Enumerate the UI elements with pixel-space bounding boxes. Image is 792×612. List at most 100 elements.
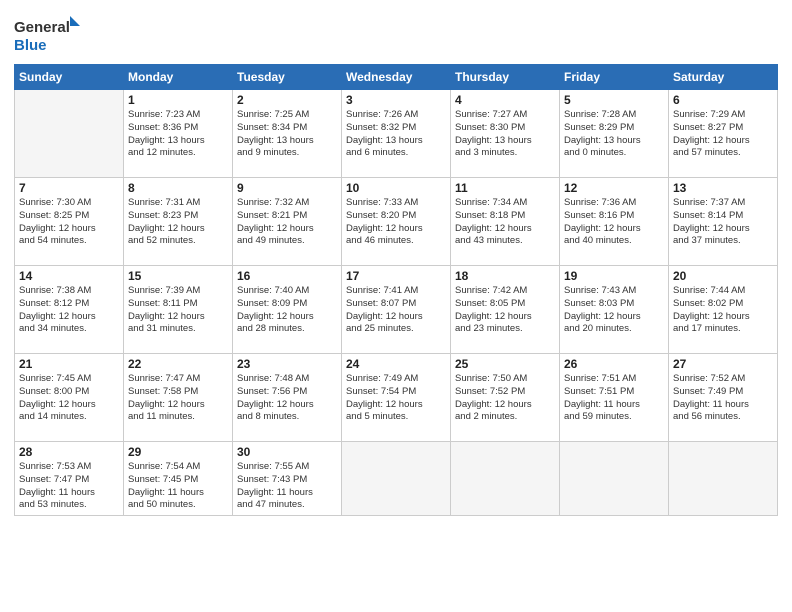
calendar-cell — [669, 442, 778, 516]
weekday-header-saturday: Saturday — [669, 65, 778, 90]
day-number: 1 — [128, 93, 228, 107]
day-info: Sunrise: 7:25 AMSunset: 8:34 PMDaylight:… — [237, 109, 337, 160]
day-number: 25 — [455, 357, 555, 371]
logo-svg: General Blue — [14, 14, 84, 58]
day-number: 2 — [237, 93, 337, 107]
day-info: Sunrise: 7:55 AMSunset: 7:43 PMDaylight:… — [237, 461, 337, 512]
day-info: Sunrise: 7:40 AMSunset: 8:09 PMDaylight:… — [237, 285, 337, 336]
day-number: 10 — [346, 181, 446, 195]
weekday-header-wednesday: Wednesday — [342, 65, 451, 90]
logo: General Blue — [14, 14, 84, 58]
day-info: Sunrise: 7:23 AMSunset: 8:36 PMDaylight:… — [128, 109, 228, 160]
day-number: 20 — [673, 269, 773, 283]
day-info: Sunrise: 7:37 AMSunset: 8:14 PMDaylight:… — [673, 197, 773, 248]
day-number: 17 — [346, 269, 446, 283]
calendar-cell: 2 Sunrise: 7:25 AMSunset: 8:34 PMDaylight… — [233, 90, 342, 178]
calendar-cell: 19Sunrise: 7:43 AMSunset: 8:03 PMDayligh… — [560, 266, 669, 354]
day-info: Sunrise: 7:38 AMSunset: 8:12 PMDaylight:… — [19, 285, 119, 336]
day-info: Sunrise: 7:45 AMSunset: 8:00 PMDaylight:… — [19, 373, 119, 424]
calendar-cell: 4Sunrise: 7:27 AMSunset: 8:30 PMDaylight… — [451, 90, 560, 178]
calendar-cell: 3 Sunrise: 7:26 AMSunset: 8:32 PMDaylight… — [342, 90, 451, 178]
calendar-cell: 15 Sunrise: 7:39 AMSunset: 8:11 PMDayligh… — [124, 266, 233, 354]
calendar-cell: 30Sunrise: 7:55 AMSunset: 7:43 PMDayligh… — [233, 442, 342, 516]
weekday-header-sunday: Sunday — [15, 65, 124, 90]
day-number: 9 — [237, 181, 337, 195]
day-info: Sunrise: 7:49 AMSunset: 7:54 PMDaylight:… — [346, 373, 446, 424]
calendar-cell: 11 Sunrise: 7:34 AMSunset: 8:18 PMDayligh… — [451, 178, 560, 266]
day-number: 21 — [19, 357, 119, 371]
day-info: Sunrise: 7:28 AMSunset: 8:29 PMDaylight:… — [564, 109, 664, 160]
day-info: Sunrise: 7:32 AMSunset: 8:21 PMDaylight:… — [237, 197, 337, 248]
calendar-cell: 1 Sunrise: 7:23 AMSunset: 8:36 PMDaylight… — [124, 90, 233, 178]
calendar-cell: 16 Sunrise: 7:40 AMSunset: 8:09 PMDayligh… — [233, 266, 342, 354]
calendar-cell — [342, 442, 451, 516]
day-info: Sunrise: 7:54 AMSunset: 7:45 PMDaylight:… — [128, 461, 228, 512]
day-number: 8 — [128, 181, 228, 195]
calendar-cell: 22 Sunrise: 7:47 AMSunset: 7:58 PMDayligh… — [124, 354, 233, 442]
day-info: Sunrise: 7:47 AMSunset: 7:58 PMDaylight:… — [128, 373, 228, 424]
weekday-header-friday: Friday — [560, 65, 669, 90]
day-info: Sunrise: 7:42 AMSunset: 8:05 PMDaylight:… — [455, 285, 555, 336]
day-number: 14 — [19, 269, 119, 283]
day-number: 12 — [564, 181, 664, 195]
day-number: 6 — [673, 93, 773, 107]
day-number: 13 — [673, 181, 773, 195]
calendar-cell: 17Sunrise: 7:41 AMSunset: 8:07 PMDayligh… — [342, 266, 451, 354]
week-row-4: 21 Sunrise: 7:45 AMSunset: 8:00 PMDayligh… — [15, 354, 778, 442]
calendar-cell: 18 Sunrise: 7:42 AMSunset: 8:05 PMDayligh… — [451, 266, 560, 354]
day-info: Sunrise: 7:39 AMSunset: 8:11 PMDaylight:… — [128, 285, 228, 336]
calendar-cell: 7 Sunrise: 7:30 AMSunset: 8:25 PMDaylight… — [15, 178, 124, 266]
weekday-header-row: SundayMondayTuesdayWednesdayThursdayFrid… — [15, 65, 778, 90]
day-info: Sunrise: 7:48 AMSunset: 7:56 PMDaylight:… — [237, 373, 337, 424]
svg-text:General: General — [14, 19, 70, 36]
day-number: 7 — [19, 181, 119, 195]
week-row-2: 7 Sunrise: 7:30 AMSunset: 8:25 PMDaylight… — [15, 178, 778, 266]
calendar-cell: 13 Sunrise: 7:37 AMSunset: 8:14 PMDayligh… — [669, 178, 778, 266]
calendar-cell: 24 Sunrise: 7:49 AMSunset: 7:54 PMDayligh… — [342, 354, 451, 442]
day-info: Sunrise: 7:51 AMSunset: 7:51 PMDaylight:… — [564, 373, 664, 424]
day-number: 29 — [128, 445, 228, 459]
calendar-cell: 10 Sunrise: 7:33 AMSunset: 8:20 PMDayligh… — [342, 178, 451, 266]
calendar-cell — [451, 442, 560, 516]
day-info: Sunrise: 7:36 AMSunset: 8:16 PMDaylight:… — [564, 197, 664, 248]
day-info: Sunrise: 7:50 AMSunset: 7:52 PMDaylight:… — [455, 373, 555, 424]
calendar-cell: 12 Sunrise: 7:36 AMSunset: 8:16 PMDayligh… — [560, 178, 669, 266]
day-info: Sunrise: 7:30 AMSunset: 8:25 PMDaylight:… — [19, 197, 119, 248]
day-number: 28 — [19, 445, 119, 459]
day-info: Sunrise: 7:44 AMSunset: 8:02 PMDaylight:… — [673, 285, 773, 336]
day-info: Sunrise: 7:53 AMSunset: 7:47 PMDaylight:… — [19, 461, 119, 512]
calendar-cell: 6 Sunrise: 7:29 AMSunset: 8:27 PMDaylight… — [669, 90, 778, 178]
calendar-cell — [15, 90, 124, 178]
day-info: Sunrise: 7:52 AMSunset: 7:49 PMDaylight:… — [673, 373, 773, 424]
day-number: 16 — [237, 269, 337, 283]
day-info: Sunrise: 7:31 AMSunset: 8:23 PMDaylight:… — [128, 197, 228, 248]
day-number: 18 — [455, 269, 555, 283]
weekday-header-tuesday: Tuesday — [233, 65, 342, 90]
calendar-cell: 25 Sunrise: 7:50 AMSunset: 7:52 PMDayligh… — [451, 354, 560, 442]
day-number: 3 — [346, 93, 446, 107]
day-info: Sunrise: 7:26 AMSunset: 8:32 PMDaylight:… — [346, 109, 446, 160]
calendar-table: SundayMondayTuesdayWednesdayThursdayFrid… — [14, 64, 778, 516]
svg-text:Blue: Blue — [14, 37, 47, 54]
day-number: 23 — [237, 357, 337, 371]
calendar-cell: 28 Sunrise: 7:53 AMSunset: 7:47 PMDayligh… — [15, 442, 124, 516]
day-number: 26 — [564, 357, 664, 371]
day-number: 22 — [128, 357, 228, 371]
day-number: 27 — [673, 357, 773, 371]
calendar-cell: 8 Sunrise: 7:31 AMSunset: 8:23 PMDaylight… — [124, 178, 233, 266]
day-number: 5 — [564, 93, 664, 107]
day-info: Sunrise: 7:29 AMSunset: 8:27 PMDaylight:… — [673, 109, 773, 160]
day-info: Sunrise: 7:34 AMSunset: 8:18 PMDaylight:… — [455, 197, 555, 248]
day-info: Sunrise: 7:27 AMSunset: 8:30 PMDaylight:… — [455, 109, 555, 160]
day-info: Sunrise: 7:33 AMSunset: 8:20 PMDaylight:… — [346, 197, 446, 248]
day-number: 11 — [455, 181, 555, 195]
calendar-cell: 9 Sunrise: 7:32 AMSunset: 8:21 PMDaylight… — [233, 178, 342, 266]
calendar-cell: 5 Sunrise: 7:28 AMSunset: 8:29 PMDaylight… — [560, 90, 669, 178]
week-row-1: 1 Sunrise: 7:23 AMSunset: 8:36 PMDaylight… — [15, 90, 778, 178]
week-row-3: 14 Sunrise: 7:38 AMSunset: 8:12 PMDayligh… — [15, 266, 778, 354]
day-number: 15 — [128, 269, 228, 283]
day-number: 19 — [564, 269, 664, 283]
calendar-cell: 29 Sunrise: 7:54 AMSunset: 7:45 PMDayligh… — [124, 442, 233, 516]
day-number: 24 — [346, 357, 446, 371]
weekday-header-thursday: Thursday — [451, 65, 560, 90]
